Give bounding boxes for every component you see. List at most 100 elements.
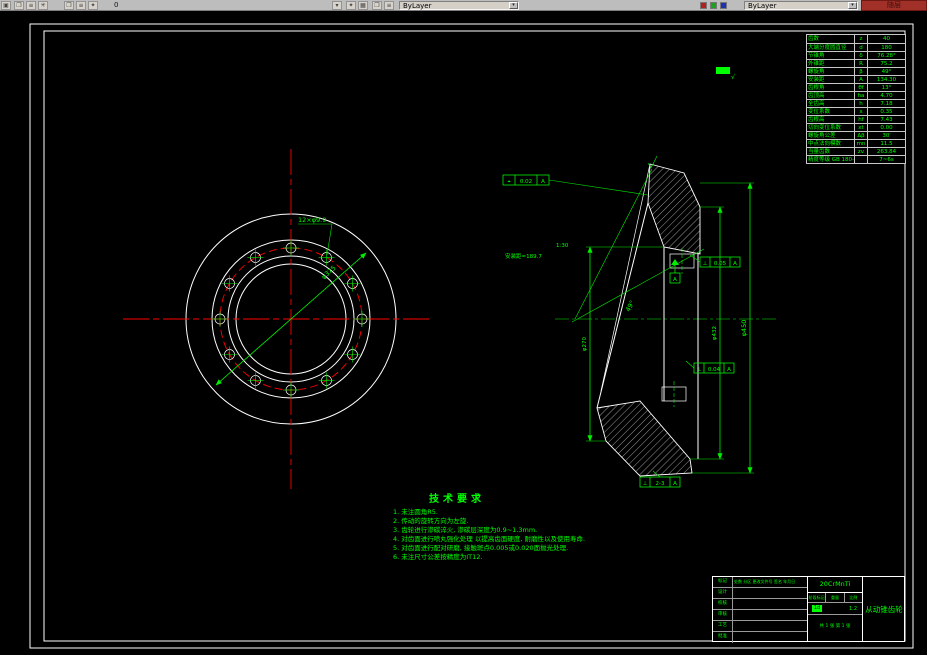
stage-label: 阶段标记 [808, 593, 827, 602]
param-label: 齿根角 [807, 84, 855, 91]
tolerance-value: 2-3 [656, 481, 665, 487]
tolerance-datum: A [541, 179, 545, 185]
grade-chip: 1d [811, 605, 823, 612]
make-current-icon[interactable]: ✦ [346, 1, 356, 10]
param-value: 0.35 [880, 109, 893, 115]
param-value: 49° [881, 69, 892, 75]
param-symbol: R [855, 60, 868, 67]
datum-letter: A [673, 277, 677, 283]
revision-row-label: 设计 [713, 588, 733, 598]
upper-section-cut [647, 163, 701, 255]
layer-state-icon[interactable]: ❐ [64, 1, 74, 10]
revision-row-cells [733, 610, 807, 620]
param-row: 齿根角 θf 13° [807, 83, 905, 91]
tolerance-frame-2: ⊥ 0.04 A [685, 360, 735, 374]
param-row: 齿顶高 ha 4.70 [807, 91, 905, 99]
param-value: 7.43 [880, 117, 893, 123]
param-value: 13° [881, 85, 892, 91]
revision-row: 校核 [713, 599, 807, 610]
technical-requirements: 技术要求 1. 未注圆角R5. 2. 传动的旋转方向为左旋. 3. 齿轮进行渗碳淬火… [393, 490, 633, 562]
param-row: 齿数 z 40 [807, 35, 905, 43]
gear-parameter-table: 齿数 z 40 大端分度圆直径 d 180 节锥角 δ 76.28° 外锥距 R… [806, 34, 906, 164]
sun-icon[interactable]: ✳ [38, 1, 48, 10]
view-cube-icon[interactable]: ▣ [1, 1, 11, 10]
param-value: 7.18 [880, 101, 893, 107]
param-label: 切向变位系数 [807, 124, 855, 131]
layer-manager-icon[interactable]: ≡ [384, 1, 394, 10]
revision-row-label: 工艺 [713, 621, 733, 631]
plot-style-button[interactable]: 随层 [861, 0, 927, 11]
linetype-control-combo[interactable]: ByLayer ▾ [744, 1, 858, 10]
prev-layer-icon[interactable]: ❐ [372, 1, 382, 10]
revision-row-label: 批准 [713, 632, 733, 643]
revision-row: 批准 [713, 632, 807, 643]
param-label: 变位系数 [807, 108, 855, 115]
color-control-combo[interactable]: ByLayer ▾ [399, 1, 519, 10]
revision-row-cells [733, 632, 807, 643]
revision-row-label: 校核 [713, 599, 733, 609]
color-combo-value: ByLayer [403, 1, 432, 10]
part-name-cell: 从动锥齿轮 [865, 604, 903, 614]
param-symbol: x [855, 108, 868, 115]
revision-row: 标记 处数 分区 更改文件号 签名 年月日 [713, 577, 807, 588]
param-symbol: xt [855, 124, 868, 131]
tolerance-datum: A [727, 367, 731, 373]
param-row: 变位系数 x 0.35 [807, 107, 905, 115]
tolerance-symbol: ⊥ [703, 261, 708, 267]
material-cell: 20CrMnTi [808, 577, 863, 593]
param-symbol: hf [855, 116, 868, 123]
tolerance-value: 0.02 [520, 179, 532, 185]
layers-icon[interactable]: ≡ [26, 1, 36, 10]
scale-value: 1:2 [848, 605, 858, 612]
param-value: 40 [883, 36, 890, 42]
param-label: 齿根高 [807, 116, 855, 123]
datum-a-flag: A [669, 259, 681, 284]
chevron-down-icon[interactable]: ▾ [848, 2, 857, 9]
overall-diameter-dimension: φ450 [740, 320, 748, 337]
param-label: 节锥角 [807, 52, 855, 59]
param-value: 134.30 [876, 77, 897, 83]
layer-lock-icon[interactable]: ✦ [88, 1, 98, 10]
drawing-canvas[interactable]: √ φ375 12×φ9.9 49° φ450 φ432 φ270 安装距=18… [0, 11, 927, 655]
param-symbol: Δβ [855, 132, 868, 139]
tech-requirement-line: 6. 未注尺寸公差按精度为IT12. [393, 553, 483, 561]
param-label: 全齿高 [807, 100, 855, 107]
param-row: 安装距 A 134.30 [807, 75, 905, 83]
color-blue-swatch[interactable] [720, 2, 727, 9]
param-value: 11.5 [880, 141, 893, 147]
title-block-info-grid: 阶段标记 重量 比例 1d 1:2 共 1 张 第 1 张 [808, 593, 863, 641]
param-row: 节锥角 δ 76.28° [807, 51, 905, 59]
chevron-down-icon[interactable]: ▾ [332, 1, 342, 10]
sheet-count: 共 1 张 第 1 张 [819, 624, 851, 629]
match-props-icon[interactable]: ▦ [358, 1, 368, 10]
revision-row: 审核 [713, 610, 807, 621]
color-green-swatch[interactable] [710, 2, 717, 9]
param-label: 螺旋角公差 [807, 132, 855, 139]
new-sheet-icon[interactable]: ❐ [14, 1, 24, 10]
scale-label: 比例 [849, 595, 858, 600]
revision-row-label: 标记 [713, 577, 733, 587]
param-value: 7~6s [879, 157, 894, 163]
title-block-revision-area: 标记 处数 分区 更改文件号 签名 年月日 设计 校核 审核 工艺 批准 [713, 577, 808, 643]
tolerance-symbol: ⊥ [697, 367, 702, 373]
param-symbol [855, 156, 868, 163]
revision-row-cells: 处数 分区 更改文件号 签名 年月日 [734, 579, 796, 584]
param-symbol: A [855, 76, 868, 83]
layer-freeze-icon[interactable]: ≡ [76, 1, 86, 10]
coordinate-readout: 0 [114, 1, 119, 9]
param-label: 中点法向模数 [807, 140, 855, 147]
param-symbol: h [855, 100, 868, 107]
param-symbol: θf [855, 84, 868, 91]
param-value: 263.84 [876, 149, 897, 155]
param-row: 中点法向模数 mn 11.5 [807, 139, 905, 147]
color-red-swatch[interactable] [700, 2, 707, 9]
param-row: 外锥距 R 75.2 [807, 59, 905, 67]
weight-label: 重量 [826, 593, 845, 602]
param-label: 精度等级 GB 180-90 [808, 156, 855, 163]
param-row: 全齿高 h 7.18 [807, 99, 905, 107]
param-row: 切向变位系数 xt 0.00 [807, 123, 905, 131]
param-symbol: ha [855, 92, 868, 99]
face-tolerance-frame: ⌖ 0.02 A [502, 174, 649, 196]
chevron-down-icon[interactable]: ▾ [509, 2, 518, 9]
param-row: 大端分度圆直径 d 180 [807, 43, 905, 51]
